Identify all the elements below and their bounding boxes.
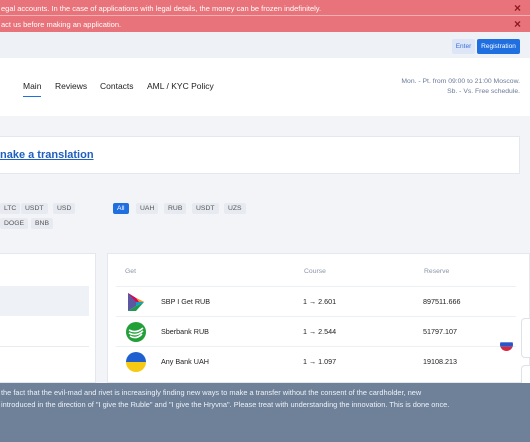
language-flag-icon[interactable]	[500, 338, 513, 351]
alert-text: act us before making an application.	[1, 20, 122, 29]
give-currency-list	[0, 253, 96, 383]
reserve-value: 897511.666	[423, 297, 461, 306]
filter-get-usdt[interactable]: USDT	[192, 203, 219, 214]
course-value: 1 → 1.097	[303, 357, 337, 366]
make-translation-link[interactable]: nake a translation	[0, 149, 94, 161]
side-widget-tab[interactable]	[521, 318, 530, 358]
top-bar: Enter Registration	[0, 32, 530, 58]
table-row[interactable]: Any Bank UAH 1 → 1.097 19108.213	[116, 346, 516, 376]
selected-give-row[interactable]	[0, 286, 89, 316]
get-currency-table: Get Course Reserve SBP I Get RUB 1 → 2.6…	[107, 253, 530, 383]
schedule-weekend: Sb. - Vs. Free schedule.	[447, 88, 520, 95]
schedule-weekdays: Mon. - Pt. from 09:00 to 21:00 Moscow.	[401, 78, 520, 85]
contact-warning-alert: act us before making an application. ×	[0, 15, 530, 32]
header-get: Get	[125, 268, 136, 275]
nav-item-contacts[interactable]: Contacts	[100, 81, 134, 91]
main-navigation: Main Reviews Contacts AML / KYC Policy M…	[0, 58, 530, 116]
header-course: Course	[304, 268, 326, 275]
notice-line: the fact that the evil-mad and rivet is …	[1, 388, 422, 397]
row-divider	[0, 346, 89, 347]
nav-item-aml-kyc[interactable]: AML / KYC Policy	[147, 81, 214, 91]
filter-give-bnb[interactable]: BNB	[31, 218, 53, 229]
currency-name: Any Bank UAH	[161, 357, 209, 366]
sberbank-icon	[126, 322, 146, 342]
sbp-icon	[128, 293, 144, 311]
filter-give-doge[interactable]: DOGE	[0, 218, 29, 229]
reserve-value: 51797.107	[423, 327, 457, 336]
filter-give-usdt[interactable]: USDT	[21, 203, 48, 214]
header-reserve: Reserve	[424, 268, 450, 275]
currency-name: SBP I Get RUB	[161, 297, 210, 306]
work-schedule: Mon. - Pt. from 09:00 to 21:00 Moscow. S…	[401, 77, 520, 97]
nav-item-main[interactable]: Main	[23, 81, 42, 97]
course-value: 1 → 2.601	[303, 297, 337, 306]
reserve-value: 19108.213	[423, 357, 457, 366]
filter-give-usd[interactable]: USD	[53, 203, 76, 214]
nav-item-reviews[interactable]: Reviews	[55, 81, 87, 91]
translation-panel: nake a translation	[0, 136, 520, 174]
registration-button[interactable]: Registration	[477, 39, 520, 54]
course-value: 1 → 2.544	[303, 327, 337, 336]
innovation-notice: the fact that the evil-mad and rivet is …	[0, 383, 530, 442]
table-row[interactable]: Sberbank RUB 1 → 2.544 51797.107	[116, 316, 516, 346]
filter-get-uah[interactable]: UAH	[136, 203, 159, 214]
alert-text: egal accounts. In the case of applicatio…	[1, 4, 322, 13]
currency-name: Sberbank RUB	[161, 327, 209, 336]
filter-get-uzs[interactable]: UZS	[224, 203, 246, 214]
notice-line: introduced in the direction of "I give t…	[1, 400, 450, 409]
filter-get-all[interactable]: All	[113, 203, 129, 214]
filter-get-rub[interactable]: RUB	[164, 203, 187, 214]
close-icon[interactable]: ×	[514, 16, 521, 32]
table-row[interactable]: SBP I Get RUB 1 → 2.601 897511.666	[116, 286, 516, 316]
ukraine-flag-icon	[126, 352, 146, 372]
enter-button[interactable]: Enter	[452, 39, 475, 54]
filter-give-ltc[interactable]: LTC	[0, 203, 21, 214]
